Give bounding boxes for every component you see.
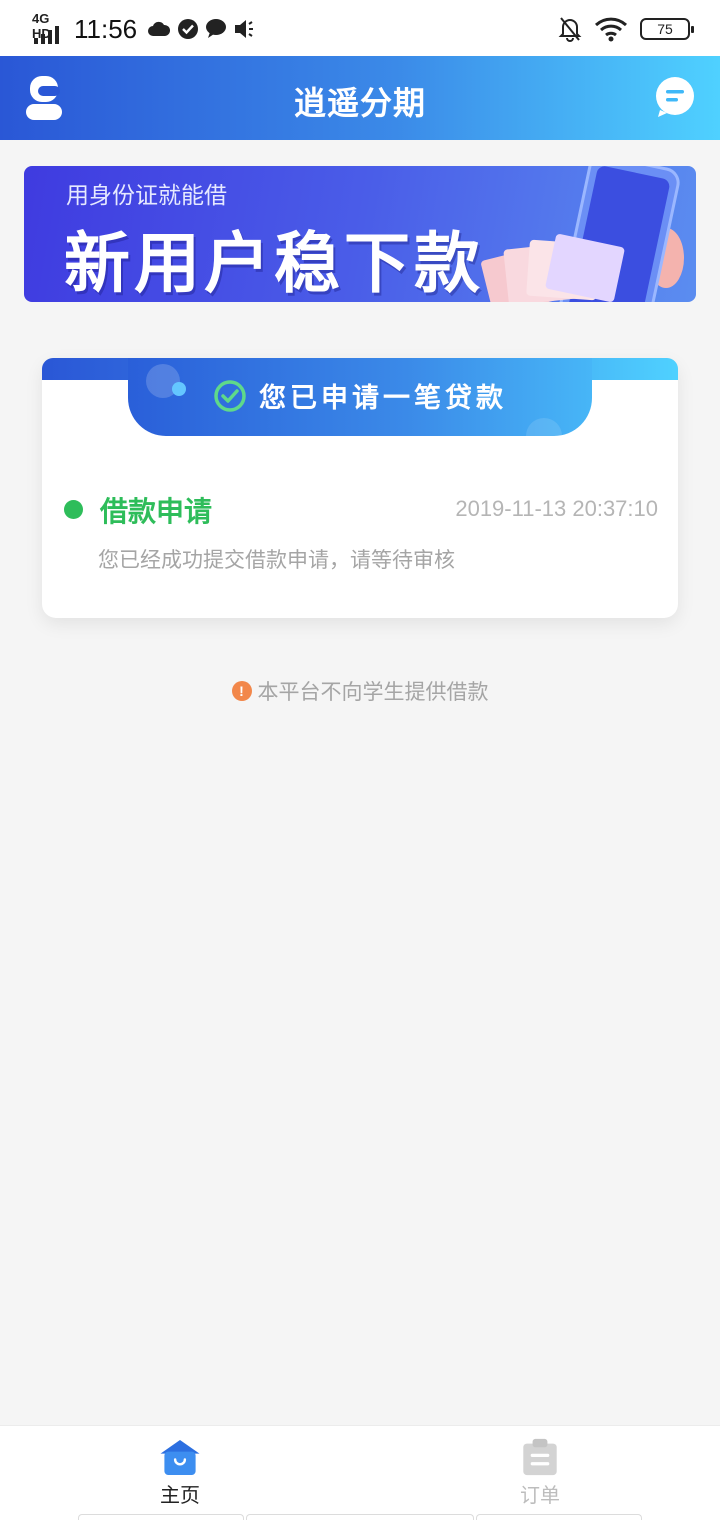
banner-subtitle: 用身份证就能借 [66, 183, 227, 209]
battery-icon: 75 [640, 18, 694, 40]
status-time: 11:56 [74, 13, 138, 44]
tab-orders-label: 订单 [520, 1483, 560, 1507]
tab-home[interactable]: 主页 [120, 1438, 240, 1508]
status-title: 借款申请 [100, 495, 213, 528]
promo-banner[interactable]: 用身份证就能借 新用户稳下款 [24, 166, 696, 302]
loan-status-card: 您已申请一笔贷款 借款申请 2019-11-13 20:37:10 您已经成功提… [42, 358, 678, 618]
chat-bubble-icon [206, 19, 227, 38]
status-bar: 4G HD 11:56 75 [0, 0, 720, 56]
status-ribbon: 您已申请一笔贷款 [128, 358, 592, 440]
check-circle-icon [178, 19, 199, 39]
app-header: 逍遥分期 [0, 56, 720, 140]
student-notice: ! 本平台不向学生提供借款 [0, 676, 720, 706]
notice-text: 本平台不向学生提供借款 [257, 680, 489, 704]
application-status-row: 借款申请 2019-11-13 20:37:10 [64, 488, 658, 528]
status-timestamp: 2019-11-13 20:37:10 [455, 496, 658, 521]
warning-icon: ! [231, 681, 252, 701]
banner-title: 新用户稳下款 [64, 225, 484, 302]
battery-level: 75 [657, 21, 673, 37]
page-title: 逍遥分期 [293, 84, 426, 122]
phone-illustration-icon [481, 166, 684, 302]
message-icon[interactable] [654, 76, 696, 118]
clipboard-icon [523, 1438, 557, 1476]
home-icon [160, 1439, 200, 1476]
nav-indicator [78, 1514, 244, 1520]
volume-icon [235, 20, 254, 38]
check-circle-icon [214, 379, 246, 412]
bottom-navigation: 主页 订单 [0, 1425, 720, 1520]
wifi-icon [594, 17, 628, 42]
nav-indicator [476, 1514, 642, 1520]
status-description: 您已经成功提交借款申请，请等待审核 [98, 548, 455, 572]
tab-orders[interactable]: 订单 [480, 1438, 600, 1508]
nav-indicator [246, 1514, 474, 1520]
status-dot [64, 500, 83, 519]
ribbon-text: 您已申请一笔贷款 [259, 383, 507, 414]
tab-home-label: 主页 [160, 1483, 200, 1507]
network-signal-icon: 4G HD [30, 11, 70, 44]
cloud-icon [148, 21, 171, 36]
bell-off-icon [558, 17, 582, 42]
